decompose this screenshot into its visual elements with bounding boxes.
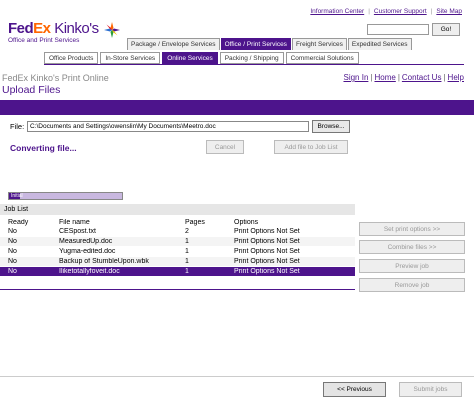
tab-freight[interactable]: Freight Services bbox=[291, 38, 347, 50]
footer-divider bbox=[0, 376, 474, 377]
row-ready: No bbox=[8, 248, 17, 255]
table-row[interactable]: No Yugma-edited.doc 1 Print Options Not … bbox=[0, 247, 355, 257]
combine-files-button[interactable]: Combine files >> bbox=[359, 240, 465, 254]
row-options: Print Options Not Set bbox=[234, 228, 300, 235]
previous-button[interactable]: << Previous bbox=[323, 382, 386, 397]
column-ready: Ready bbox=[8, 218, 29, 226]
header-links: Sign In | Home | Contact Us | Help bbox=[343, 73, 464, 82]
sub-tabs: Office Products In-Store Services Online… bbox=[44, 52, 361, 64]
contact-us-link[interactable]: Contact Us bbox=[402, 73, 442, 82]
tab-office-print[interactable]: Office / Print Services bbox=[220, 38, 291, 50]
fedex-kinkos-logo[interactable]: FedEx Kinko's Office and Print Services bbox=[8, 20, 120, 48]
site-map-link[interactable]: Site Map bbox=[436, 8, 462, 15]
column-pages: Pages bbox=[185, 218, 205, 226]
conversion-progress-bar: Initial bbox=[8, 192, 123, 200]
cancel-button[interactable]: Cancel bbox=[206, 140, 244, 154]
column-file-name: File name bbox=[59, 218, 90, 226]
converting-status: Converting file... bbox=[10, 143, 77, 153]
row-pages: 2 bbox=[185, 228, 189, 235]
row-file-name: CESpost.txt bbox=[59, 228, 96, 235]
tab-expedited[interactable]: Expedited Services bbox=[347, 38, 412, 50]
subtab-packing-shipping[interactable]: Packing / Shipping bbox=[219, 52, 284, 64]
file-path-input[interactable]: C:\Documents and Settings\owenslin\My Do… bbox=[27, 121, 309, 132]
add-to-job-list-button[interactable]: Add file to Job List bbox=[274, 140, 348, 154]
preview-job-button[interactable]: Preview job bbox=[359, 259, 465, 273]
row-options: Print Options Not Set bbox=[234, 258, 300, 265]
row-file-name: Yugma-edited.doc bbox=[59, 248, 116, 255]
table-row-selected[interactable]: No Iliketotallyfoveit.doc 1 Print Option… bbox=[0, 267, 355, 277]
column-options: Options bbox=[234, 218, 259, 226]
subtab-divider bbox=[44, 64, 464, 65]
table-row[interactable]: No Backup of StumbleUpon.wbk 1 Print Opt… bbox=[0, 257, 355, 267]
information-center-link[interactable]: Information Center bbox=[310, 8, 364, 15]
table-row[interactable]: No CESpost.txt 2 Print Options Not Set bbox=[0, 227, 355, 237]
job-list-columns: Ready File name Pages Options bbox=[0, 217, 355, 227]
header-band bbox=[0, 100, 474, 115]
search-input[interactable] bbox=[367, 24, 429, 35]
tab-package-envelope[interactable]: Package / Envelope Services bbox=[127, 38, 220, 50]
row-file-name: MeasuredUp.doc bbox=[59, 238, 113, 245]
subtab-commercial-solutions[interactable]: Commercial Solutions bbox=[285, 52, 359, 64]
row-ready: No bbox=[8, 238, 17, 245]
logo-wordmark: FedEx Kinko's bbox=[8, 20, 99, 37]
job-list-table: Ready File name Pages Options No CESpost… bbox=[0, 217, 355, 277]
customer-support-link[interactable]: Customer Support bbox=[374, 8, 427, 15]
row-pages: 1 bbox=[185, 238, 189, 245]
subtab-office-products[interactable]: Office Products bbox=[44, 52, 99, 64]
row-pages: 1 bbox=[185, 268, 189, 275]
sign-in-link[interactable]: Sign In bbox=[343, 73, 368, 82]
remove-job-button[interactable]: Remove job bbox=[359, 278, 465, 292]
print-online-brand: FedEx Kinko's Print Online bbox=[2, 73, 109, 83]
set-print-options-button[interactable]: Set print options >> bbox=[359, 222, 465, 236]
row-file-name: Backup of StumbleUpon.wbk bbox=[59, 258, 149, 265]
table-row[interactable]: No MeasuredUp.doc 1 Print Options Not Se… bbox=[0, 237, 355, 247]
page-title: Upload Files bbox=[2, 84, 61, 96]
row-ready: No bbox=[8, 228, 17, 235]
row-pages: 1 bbox=[185, 248, 189, 255]
row-options: Print Options Not Set bbox=[234, 238, 300, 245]
progress-label: Initial bbox=[11, 193, 23, 199]
row-pages: 1 bbox=[185, 258, 189, 265]
row-ready: No bbox=[8, 268, 17, 275]
submit-jobs-button[interactable]: Submit jobs bbox=[399, 382, 462, 397]
job-list-bottom-rule bbox=[0, 289, 355, 290]
search-go-button[interactable]: Go! bbox=[432, 23, 460, 36]
logo-tagline: Office and Print Services bbox=[8, 37, 80, 44]
row-options: Print Options Not Set bbox=[234, 248, 300, 255]
help-link[interactable]: Help bbox=[448, 73, 464, 82]
file-label: File: bbox=[10, 122, 25, 131]
job-list-header: Job List bbox=[0, 204, 355, 215]
main-tabs: Package / Envelope Services Office / Pri… bbox=[127, 38, 413, 50]
browse-button[interactable]: Browse... bbox=[312, 120, 350, 133]
subtab-online-services[interactable]: Online Services bbox=[162, 52, 218, 64]
row-file-name: Iliketotallyfoveit.doc bbox=[59, 268, 120, 275]
row-options: Print Options Not Set bbox=[234, 268, 300, 275]
subtab-in-store[interactable]: In-Store Services bbox=[100, 52, 161, 64]
kinkos-star-icon bbox=[104, 22, 120, 38]
utility-links: Information Center | Customer Support | Site… bbox=[310, 8, 462, 15]
row-ready: No bbox=[8, 258, 17, 265]
home-link[interactable]: Home bbox=[374, 73, 395, 82]
